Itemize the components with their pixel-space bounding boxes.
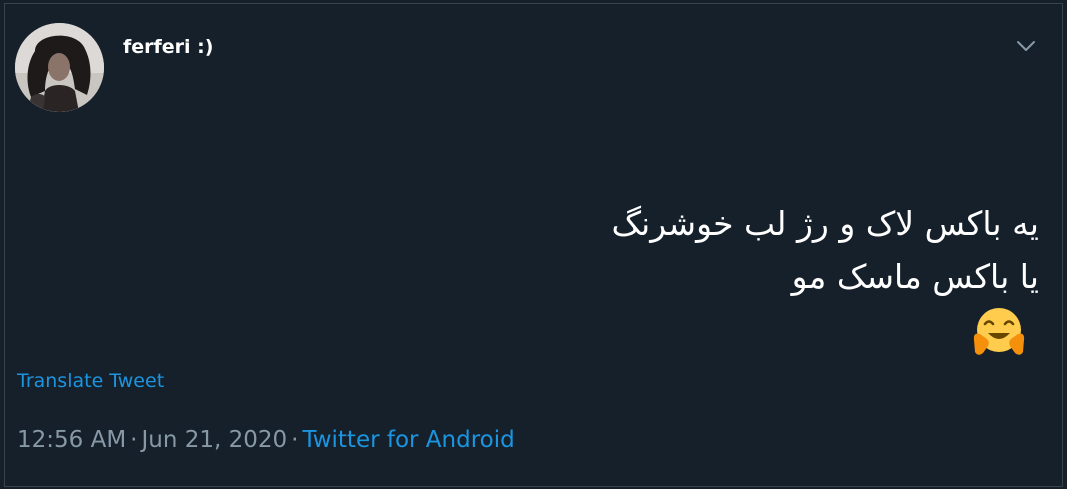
tweet-date[interactable]: Jun 21, 2020 [141, 427, 287, 453]
card-border-bottom [4, 486, 1063, 487]
card-border-top [4, 3, 1063, 4]
avatar-image [15, 23, 104, 112]
chevron-down-icon[interactable] [1013, 33, 1039, 59]
tweet-metadata: 12:56 AM · Jun 21, 2020 · Twitter for Androi… [17, 427, 515, 453]
meta-separator: · [130, 427, 138, 453]
card-border-left [4, 3, 5, 487]
tweet-time[interactable]: 12:56 AM [17, 427, 126, 453]
translate-tweet-link[interactable]: Translate Tweet [17, 370, 164, 392]
tweet-text-line: یا باکس ماسک مو [791, 257, 1039, 296]
tweet-source-link[interactable]: Twitter for Android [302, 427, 514, 453]
tweet-card: ferferi :) یه باکس لاک و رژ لب خوشرنگ یا… [0, 0, 1067, 489]
meta-separator: · [291, 427, 299, 453]
card-border-right [1062, 3, 1063, 487]
avatar[interactable] [15, 23, 104, 112]
hugging-face-icon [971, 306, 1027, 358]
display-name[interactable]: ferferi :) [123, 36, 213, 58]
tweet-text: یه باکس لاک و رژ لب خوشرنگ یا باکس ماسک … [339, 197, 1040, 303]
tweet-text-line: یه باکس لاک و رژ لب خوشرنگ [611, 204, 1040, 243]
